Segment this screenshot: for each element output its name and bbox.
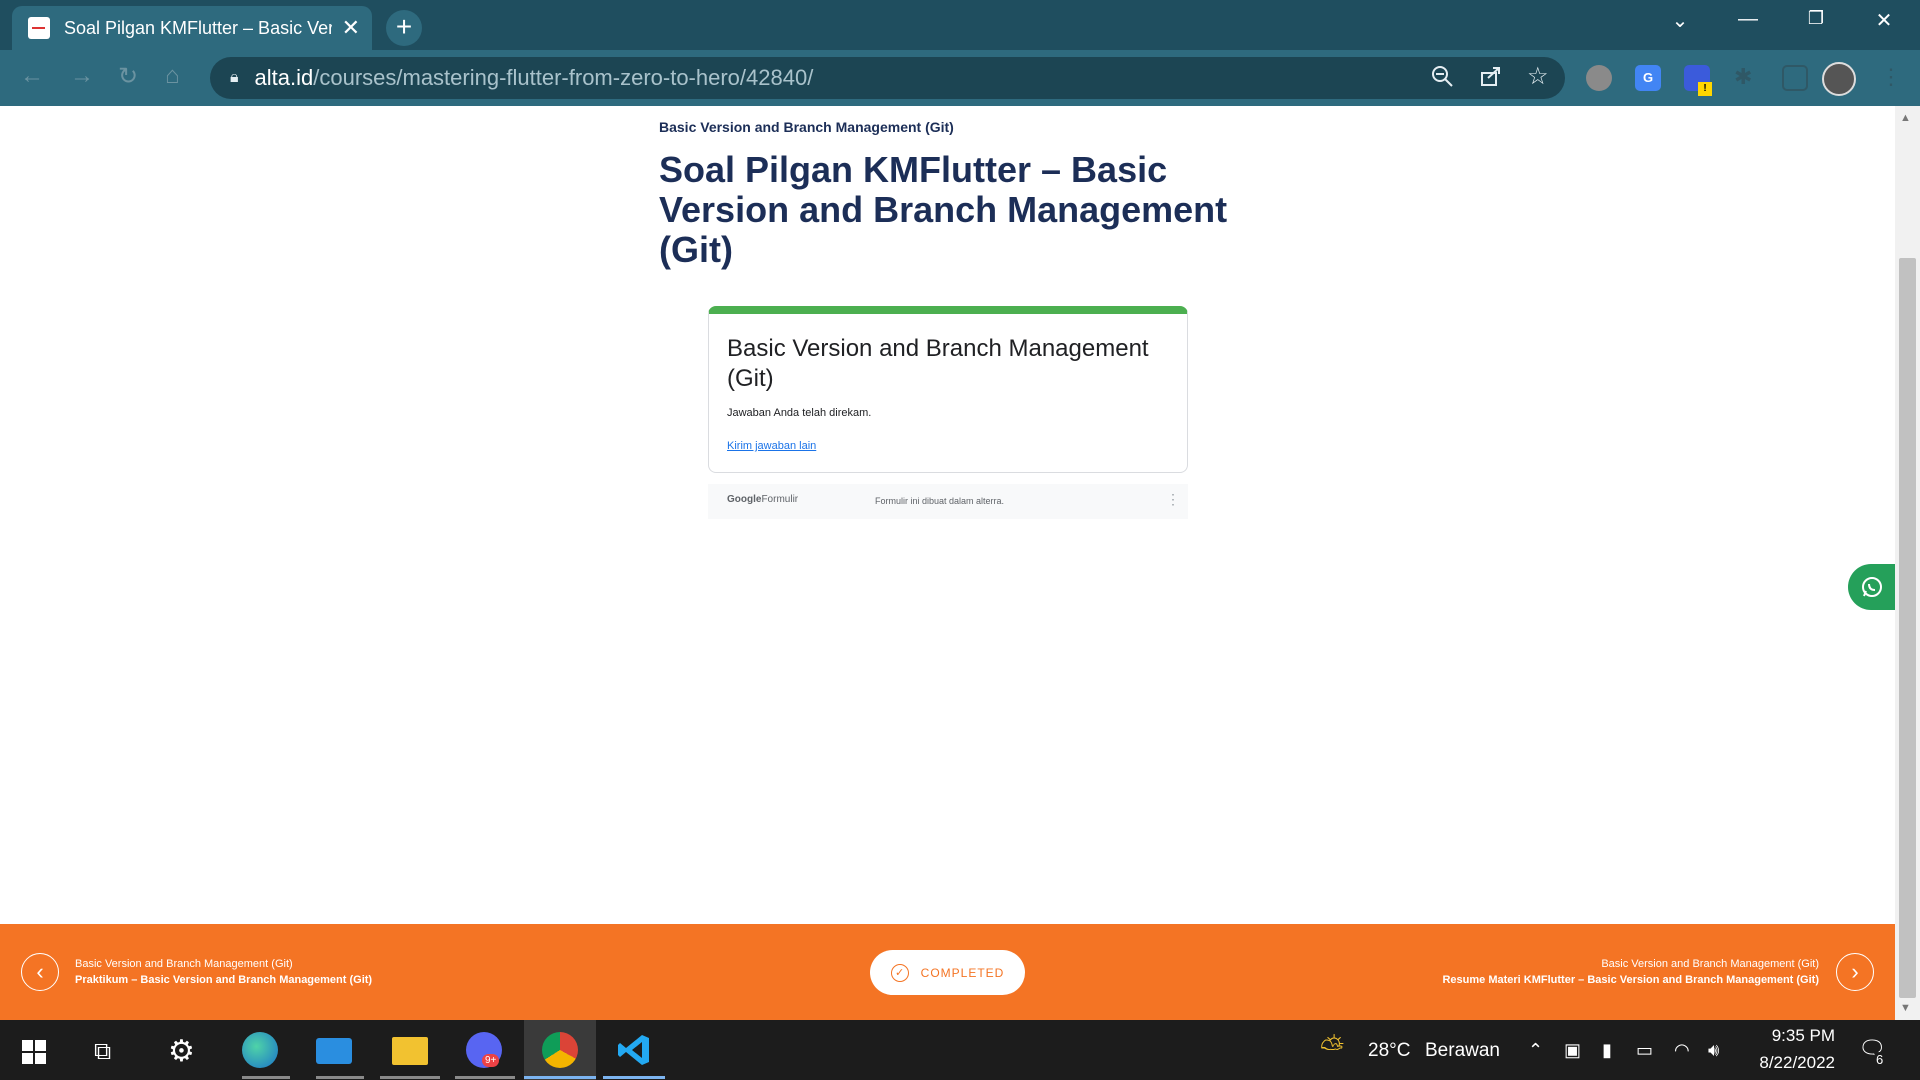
clock-time[interactable]: 9:35 PM [1755,1026,1835,1046]
usb-device-icon[interactable]: ▮ [1602,1040,1612,1061]
scroll-down-arrow-icon[interactable]: ▼ [1900,1002,1911,1014]
edge-browser-icon[interactable] [242,1032,278,1068]
task-view-icon[interactable]: ⧉ [94,1038,111,1066]
chrome-menu-icon[interactable]: ⋮ [1880,64,1902,90]
discord-running-indicator [455,1076,515,1079]
google-forms-logo[interactable]: GoogleFormulir [727,494,798,505]
previous-lesson-chevron-icon[interactable]: ‹ [21,953,59,991]
windows-start-icon[interactable] [22,1040,46,1069]
url-path: /courses/mastering-flutter-from-zero-to-… [313,65,814,90]
address-bar[interactable]: 🔒︎ alta.id/courses/mastering-flutter-fro… [210,57,1565,99]
page-title: Soal Pilgan KMFlutter – Basic Version an… [659,149,1228,270]
form-more-menu-icon[interactable]: ⋮ [1166,491,1180,508]
scroll-up-arrow-icon[interactable]: ▲ [1900,112,1911,124]
reading-list-icon[interactable] [1782,65,1808,91]
meet-now-icon[interactable]: ▣ [1564,1040,1581,1061]
wifi-icon[interactable]: ◠ [1674,1040,1690,1061]
weather-partly-cloudy-icon[interactable]: ⛅︎ [1320,1032,1344,1066]
next-lesson-title[interactable]: Resume Materi KMFlutter – Basic Version … [1442,974,1819,986]
new-tab-button[interactable]: + [386,10,422,46]
windows-taskbar [0,1020,1920,1080]
home-icon[interactable]: ⌂ [165,62,180,90]
volume-icon[interactable]: 🔊︎ [1708,1040,1719,1061]
zoom-icon[interactable] [1430,64,1454,94]
breadcrumb[interactable]: Basic Version and Branch Management (Git… [659,119,954,135]
whatsapp-icon [1861,577,1882,597]
profile-avatar[interactable] [1822,62,1856,96]
vscode-icon[interactable] [616,1032,652,1068]
form-title: Basic Version and Branch Management (Git… [727,335,1149,392]
mail-icon[interactable] [316,1038,352,1064]
discord-badge: 9+ [482,1054,500,1067]
tab-search-chevron-icon[interactable]: ⌄ [1660,8,1700,33]
submit-another-response-link[interactable]: Kirim jawaban lain [727,440,816,452]
chrome-icon[interactable] [542,1032,578,1068]
check-circle-icon: ✓ [890,963,909,982]
share-icon[interactable] [1479,64,1503,94]
weather-condition[interactable]: Berawan [1425,1040,1500,1062]
edge-running-indicator [242,1076,290,1079]
file-explorer-icon[interactable] [392,1037,428,1065]
site-favicon-icon [28,17,50,39]
reload-icon[interactable]: ↻ [118,62,138,91]
explorer-running-indicator [380,1076,440,1079]
bookmark-star-icon[interactable]: ☆ [1527,62,1549,91]
form-response-message: Jawaban Anda telah direkam. [727,407,872,419]
show-hidden-icons-chevron-icon[interactable]: ⌃ [1528,1040,1543,1061]
mail-running-indicator [316,1076,364,1079]
previous-lesson-title[interactable]: Praktikum – Basic Version and Branch Man… [75,974,372,986]
restore-window-button[interactable]: ❐ [1796,8,1836,29]
close-window-button[interactable]: ✕ [1864,8,1904,33]
scrollbar-thumb[interactable] [1899,258,1916,998]
extension-warning-badge: ! [1698,82,1712,96]
tab-close-icon[interactable]: ✕ [342,17,360,39]
lock-icon[interactable]: 🔒︎ [230,69,239,87]
minimize-window-button[interactable]: — [1728,8,1768,31]
chrome-active-indicator [524,1076,596,1079]
tab-title: Soal Pilgan KMFlutter – Basic Ver [63,17,332,38]
previous-lesson-section[interactable]: Basic Version and Branch Management (Git… [75,958,293,970]
url-host: alta.id [254,65,314,90]
battery-icon[interactable]: ▭ [1636,1040,1653,1061]
clock-date[interactable]: 8/22/2022 [1745,1053,1835,1073]
next-lesson-section[interactable]: Basic Version and Branch Management (Git… [1601,958,1819,970]
google-translate-extension-icon[interactable]: G [1635,65,1661,91]
settings-gear-icon[interactable]: ⚙ [168,1034,195,1069]
browser-tab-active[interactable]: Soal Pilgan KMFlutter – Basic Ver ✕ [12,6,372,50]
music-extension-icon[interactable] [1586,65,1612,91]
back-arrow-icon[interactable]: ← [20,62,44,90]
weather-temperature[interactable]: 28°C [1368,1040,1410,1062]
extensions-puzzle-icon[interactable]: ✱ [1734,64,1752,90]
forward-arrow-icon[interactable]: → [70,62,94,90]
form-footer-note: Formulir ini dibuat dalam alterra. [875,496,1005,506]
whatsapp-chat-button[interactable] [1848,564,1895,610]
completed-button[interactable]: ✓ COMPLETED [870,950,1025,995]
vscode-running-indicator [603,1076,665,1079]
next-lesson-chevron-icon[interactable]: › [1836,953,1874,991]
